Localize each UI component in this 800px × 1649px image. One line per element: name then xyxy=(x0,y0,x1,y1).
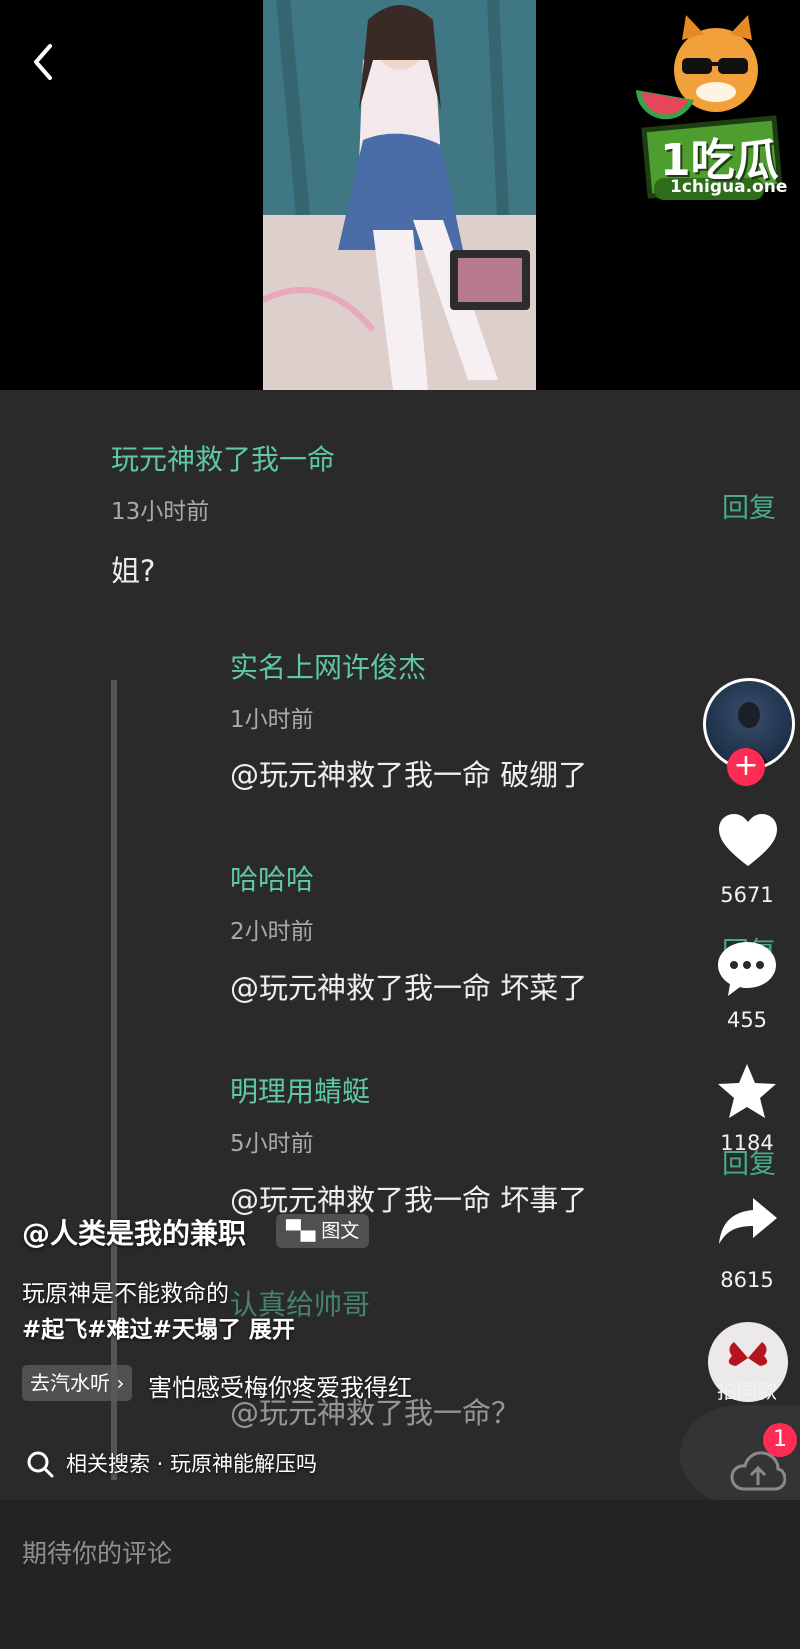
music-tag-label: 去汽水听 xyxy=(30,1371,110,1395)
same-style-label: 拍同款 xyxy=(717,1379,777,1403)
comment-count: 455 xyxy=(726,1008,768,1032)
reply-text: @玩元神救了我一命 坏菜了 xyxy=(230,971,588,1005)
reply-time: 5小时前 xyxy=(230,1131,314,1157)
follow-button[interactable]: + xyxy=(727,748,765,786)
image-tag-icon: ▀▄ xyxy=(286,1220,322,1242)
video-frame[interactable] xyxy=(263,0,536,390)
like-count: 5671 xyxy=(720,883,774,907)
reply-button[interactable]: 回复 xyxy=(722,486,776,525)
post-hashtags[interactable]: #起飞#难过#天塌了 展开 xyxy=(22,1310,295,1344)
reply-username[interactable]: 哈哈哈 xyxy=(230,858,314,898)
comment-text: 姐? xyxy=(111,554,156,588)
chevron-right-icon: › xyxy=(116,1371,125,1395)
share-count: 8615 xyxy=(720,1268,774,1292)
post-caption: 玩原神是不能救命的 xyxy=(22,1281,229,1307)
comment-button[interactable] xyxy=(716,940,778,1002)
reply-username[interactable]: 明理用蜻蜓 xyxy=(230,1070,370,1110)
back-button[interactable] xyxy=(28,40,58,84)
author-name[interactable]: @人类是我的兼职 xyxy=(22,1212,246,1252)
comment-username[interactable]: 玩元神救了我一命 xyxy=(111,438,335,478)
share-icon xyxy=(719,1198,777,1244)
reply-text: @玩元神救了我一命 坏事了 xyxy=(230,1183,588,1217)
reply-text: @玩元神救了我一命 破绷了 xyxy=(230,758,588,792)
music-source-tag[interactable]: 去汽水听 › xyxy=(22,1365,133,1401)
favorite-count: 1184 xyxy=(720,1131,774,1155)
upload-widget[interactable]: 1 xyxy=(680,1405,800,1505)
watermark-site: 1chigua.one xyxy=(670,177,788,197)
reply-username[interactable]: 实名上网许俊杰 xyxy=(230,646,426,686)
music-title[interactable]: 害怕感受梅你疼爱我得红 xyxy=(148,1368,412,1403)
related-search-label[interactable]: 相关搜索 · 玩原神能解压吗 xyxy=(66,1448,317,1478)
share-button[interactable] xyxy=(717,1196,779,1250)
video-area[interactable]: 1吃瓜 1chigua.one xyxy=(0,0,800,390)
comment-time: 13小时前 xyxy=(111,499,210,525)
comment-input-bar[interactable]: 期待你的评论 xyxy=(0,1500,800,1649)
image-tag-label: 图文 xyxy=(321,1220,360,1242)
butterfly-icon xyxy=(728,1342,768,1366)
notification-badge: 1 xyxy=(763,1423,797,1457)
heart-icon xyxy=(719,814,777,866)
reply-time: 2小时前 xyxy=(230,919,314,945)
image-post-tag: ▀▄ 图文 xyxy=(276,1214,370,1248)
like-button[interactable] xyxy=(717,812,779,872)
reply-time: 1小时前 xyxy=(230,707,314,733)
star-icon xyxy=(718,1064,776,1118)
site-watermark-logo: 1吃瓜 1chigua.one xyxy=(624,10,792,206)
expand-link[interactable]: 展开 xyxy=(249,1317,295,1343)
thread-divider xyxy=(111,680,117,1480)
comment-input[interactable]: 期待你的评论 xyxy=(22,1534,172,1570)
favorite-button[interactable] xyxy=(716,1062,778,1124)
hashtags-text[interactable]: #起飞#难过#天塌了 xyxy=(22,1317,241,1343)
